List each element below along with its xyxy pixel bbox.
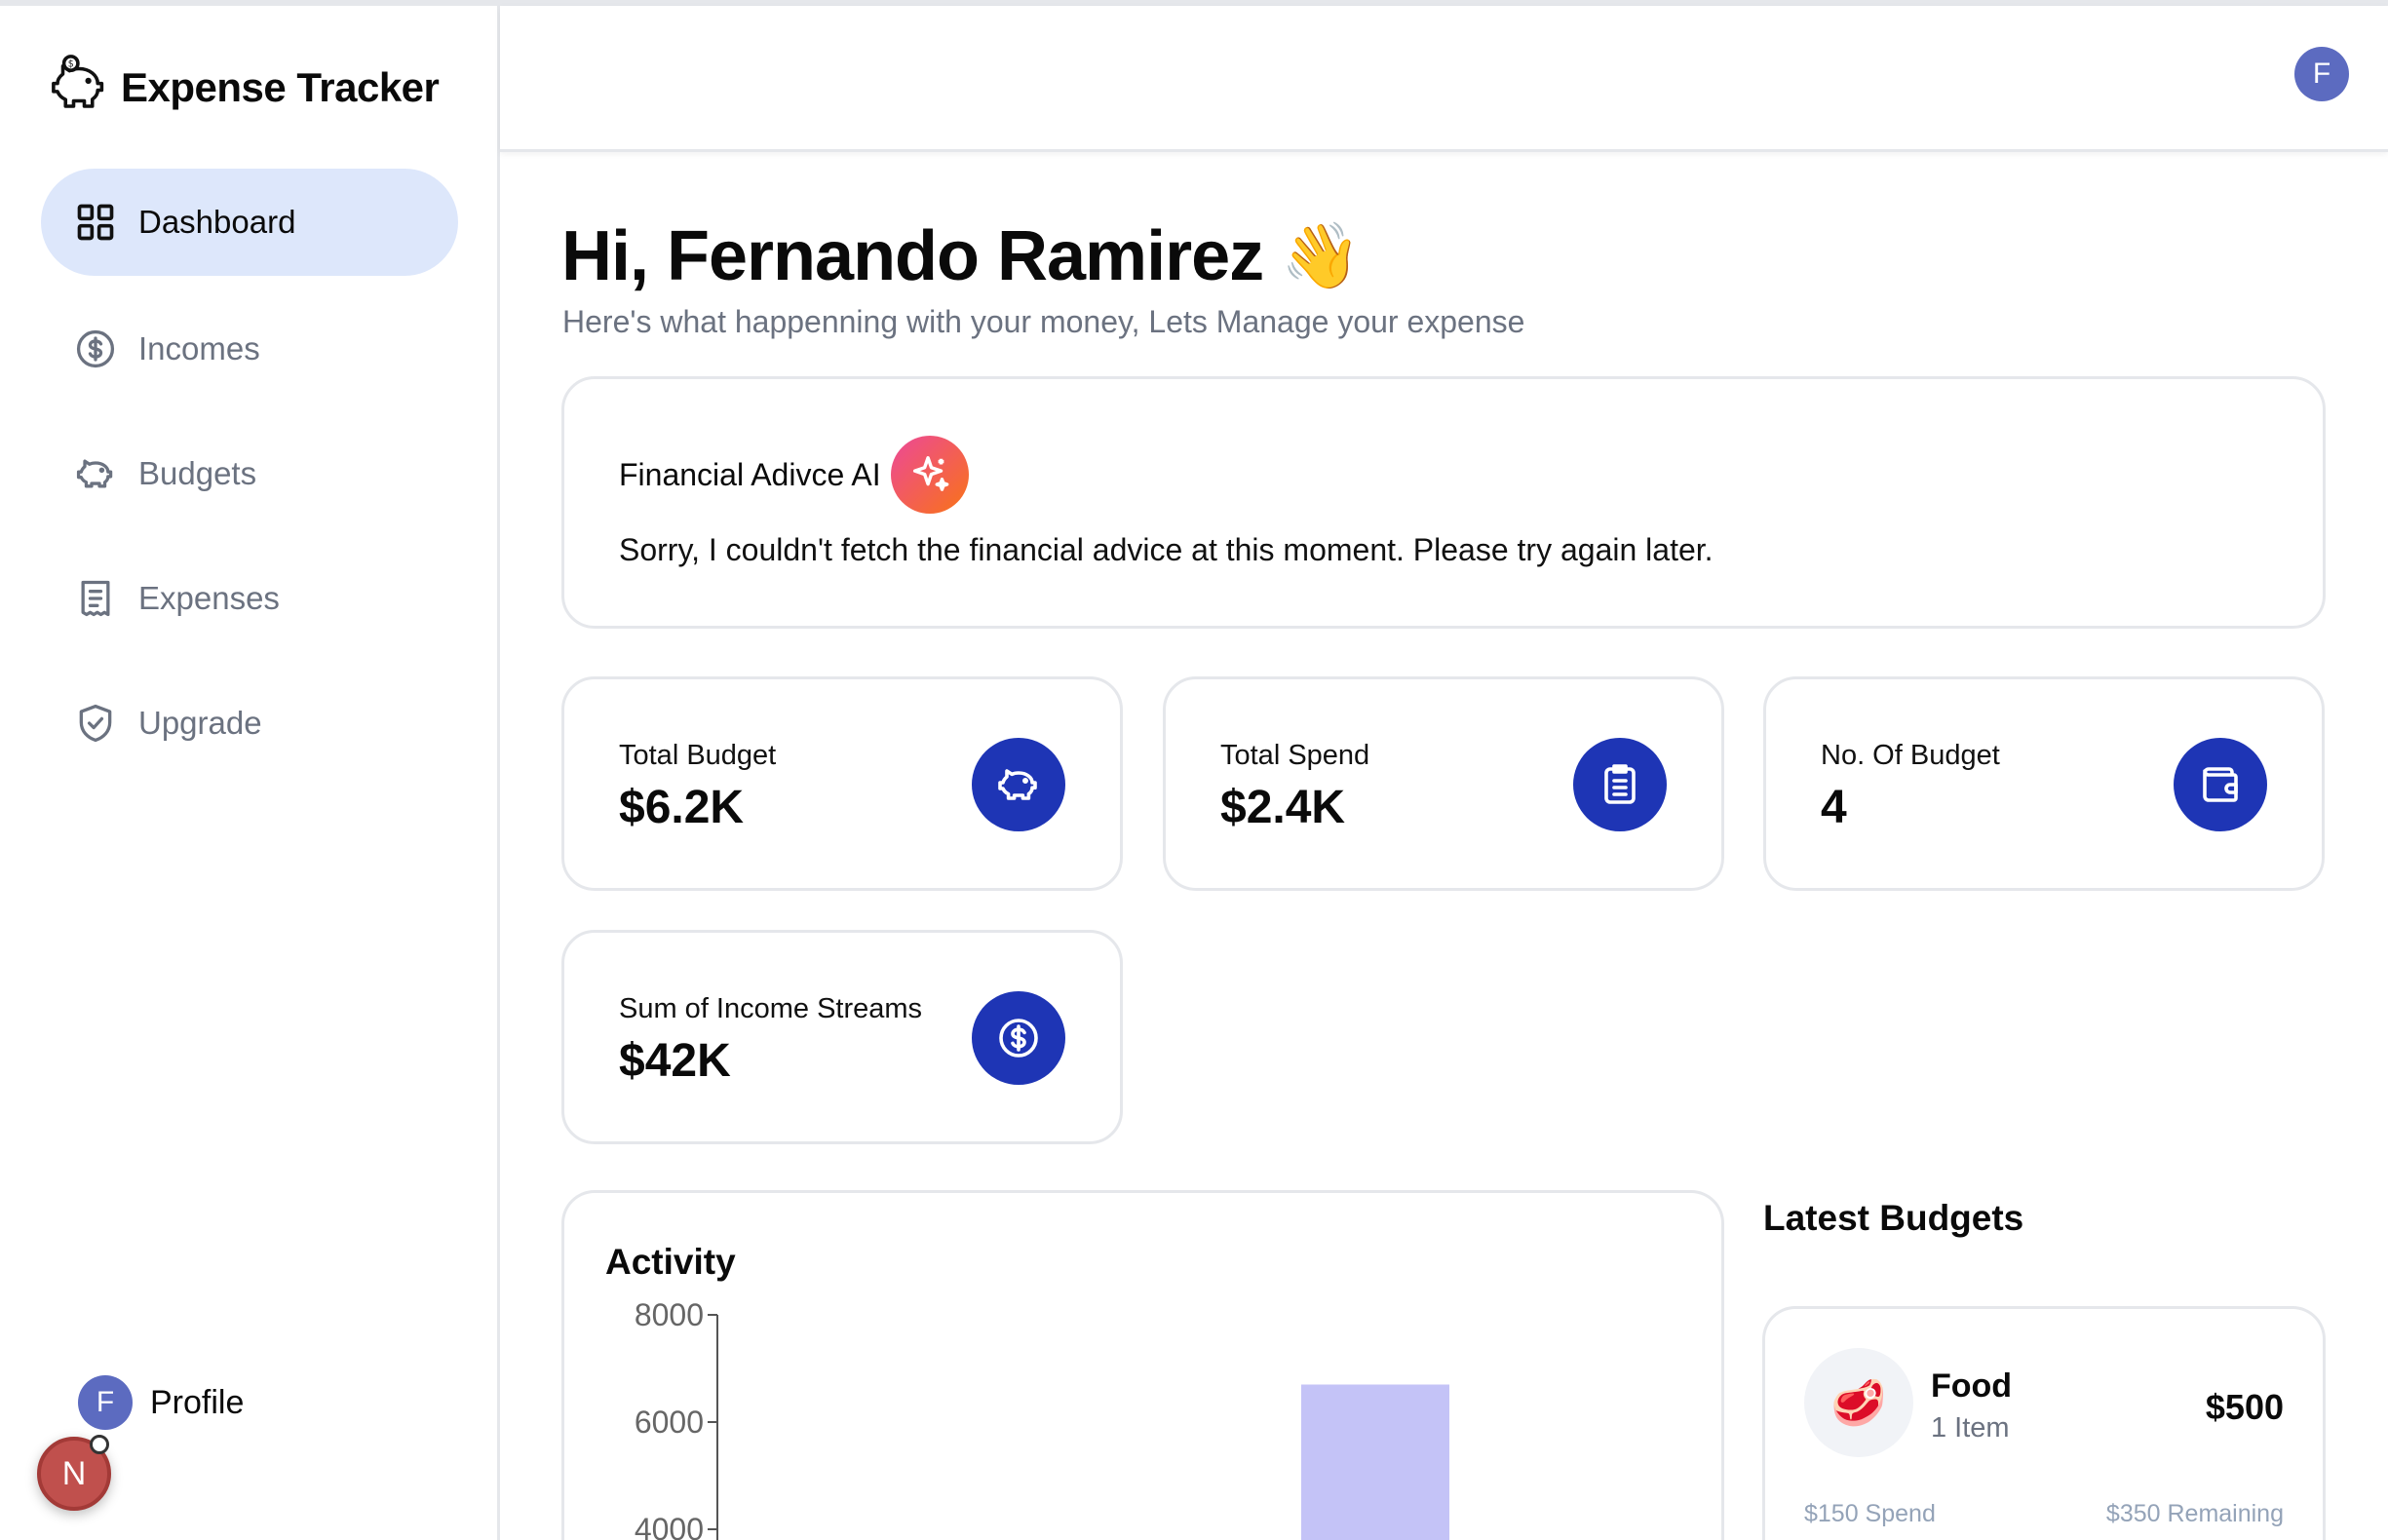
stat-value: $42K xyxy=(619,1035,731,1087)
notification-dot xyxy=(90,1435,109,1454)
sidebar-item-budgets[interactable]: Budgets xyxy=(41,420,458,527)
app-title: Expense Tracker xyxy=(121,63,440,110)
page-subtitle: Here's what happenning with your money, … xyxy=(562,304,1525,339)
y-tick-label: 6000 xyxy=(635,1405,704,1440)
stat-label: Total Budget xyxy=(619,740,777,771)
budget-card-food[interactable]: 🥩 Food 1 Item $500 $150 Spend $350 Remai… xyxy=(1762,1306,2326,1540)
stat-card-total-spend: Total Spend $2.4K xyxy=(1163,676,1724,891)
ai-card-header: Financial Adivce AI xyxy=(619,436,969,514)
ai-card-title: Financial Adivce AI xyxy=(619,456,881,492)
latest-budgets-title: Latest Budgets xyxy=(1763,1198,2024,1238)
user-avatar-button[interactable]: F xyxy=(2294,47,2349,101)
sidebar: $ Expense Tracker Dashboard Incomes Budg… xyxy=(0,6,500,1540)
stat-value: $6.2K xyxy=(619,782,745,833)
stat-card-total-budget: Total Budget $6.2K xyxy=(561,676,1123,891)
sidebar-item-dashboard[interactable]: Dashboard xyxy=(41,169,458,276)
budget-emoji-icon: 🥩 xyxy=(1804,1348,1913,1457)
svg-text:$: $ xyxy=(68,58,74,69)
stat-card-number-of-budgets: No. Of Budget 4 xyxy=(1763,676,2325,891)
stat-label: No. Of Budget xyxy=(1821,740,2000,771)
dashboard-grid-icon xyxy=(77,204,114,241)
page-title: Hi, Fernando Ramirez 👋 xyxy=(561,216,1361,296)
budget-remaining: $350 Remaining xyxy=(2105,1500,2284,1527)
budget-amount: $500 xyxy=(2205,1387,2284,1427)
receipt-icon xyxy=(81,580,110,617)
piggy-bank-icon xyxy=(76,459,113,488)
dollar-circle-icon xyxy=(972,991,1065,1085)
stat-value: $2.4K xyxy=(1220,782,1346,833)
piggy-bank-logo-icon: $ xyxy=(47,53,111,122)
avatar[interactable]: F xyxy=(78,1375,133,1430)
app-root: $ Expense Tracker Dashboard Incomes Budg… xyxy=(0,0,2388,1540)
activity-bar-chart: 8000 6000 4000 xyxy=(635,1297,1449,1540)
greeting-text: Hi, Fernando Ramirez xyxy=(561,217,1264,295)
ai-advice-message: Sorry, I couldn't fetch the financial ad… xyxy=(619,532,1714,567)
piggy-bank-icon xyxy=(972,738,1065,831)
y-tick-label: 4000 xyxy=(635,1512,704,1540)
chart-bar xyxy=(1301,1384,1449,1540)
sidebar-item-label: Expenses xyxy=(138,580,280,616)
sparkles-icon xyxy=(890,436,969,514)
sidebar-item-incomes[interactable]: Incomes xyxy=(41,295,458,403)
waving-hand-icon: 👋 xyxy=(1281,219,1361,291)
budget-spend: $150 Spend xyxy=(1804,1500,1936,1527)
dollar-circle-icon xyxy=(76,329,115,368)
sidebar-item-upgrade[interactable]: Upgrade xyxy=(41,670,458,777)
sidebar-item-expenses[interactable]: Expenses xyxy=(41,545,458,652)
financial-advice-card: Financial Adivce AI Sorry, I couldn't fe… xyxy=(561,376,2326,629)
stat-value: 4 xyxy=(1821,782,1847,833)
profile-link[interactable]: F Profile xyxy=(78,1375,244,1430)
budget-name: Food xyxy=(1931,1367,2013,1405)
stat-label: Sum of Income Streams xyxy=(619,993,923,1024)
stat-card-income-streams: Sum of Income Streams $42K xyxy=(561,930,1123,1144)
sidebar-item-label: Budgets xyxy=(138,455,257,491)
receipt-icon xyxy=(1573,738,1667,831)
y-tick-label: 8000 xyxy=(635,1297,704,1332)
sidebar-item-label: Dashboard xyxy=(138,204,296,240)
sidebar-item-label: Incomes xyxy=(138,330,260,366)
top-header: F xyxy=(500,6,2388,152)
budget-item-count: 1 Item xyxy=(1931,1412,2010,1444)
activity-card: Activity 8000 6000 4000 xyxy=(561,1190,1724,1540)
profile-label: Profile xyxy=(150,1383,245,1421)
shield-check-icon xyxy=(79,704,112,743)
sidebar-item-label: Upgrade xyxy=(138,705,262,741)
stat-label: Total Spend xyxy=(1220,740,1370,771)
app-logo[interactable]: $ Expense Tracker xyxy=(47,53,440,122)
wallet-icon xyxy=(2174,738,2267,831)
